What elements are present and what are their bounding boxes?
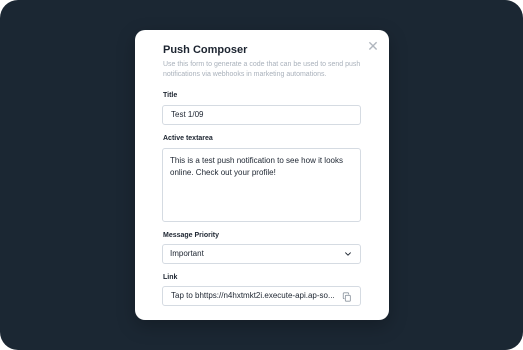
message-priority-select[interactable]: Important bbox=[162, 244, 361, 264]
push-composer-modal: ✕ Push Composer Use this form to generat… bbox=[135, 30, 389, 320]
link-value: Tap to bhttps://n4hxtmkt2i.execute-api.a… bbox=[171, 291, 335, 300]
link-label: Link bbox=[163, 274, 178, 281]
active-textarea-value: This is a test push notification to see … bbox=[170, 156, 343, 177]
close-icon[interactable]: ✕ bbox=[367, 39, 379, 53]
title-label: Title bbox=[163, 92, 178, 99]
chevron-down-icon bbox=[345, 252, 351, 256]
title-input[interactable]: Test 1/09 bbox=[162, 105, 361, 125]
title-input-value: Test 1/09 bbox=[171, 110, 204, 119]
active-textarea[interactable]: This is a test push notification to see … bbox=[162, 148, 361, 222]
copy-icon[interactable] bbox=[342, 292, 352, 302]
modal-subtitle: Use this form to generate a code that ca… bbox=[163, 61, 361, 78]
message-priority-value: Important bbox=[170, 249, 204, 258]
message-priority-label: Message Priority bbox=[163, 232, 220, 239]
modal-title: Push Composer bbox=[163, 44, 248, 56]
active-textarea-label: Active textarea bbox=[163, 135, 213, 142]
link-input[interactable]: Tap to bhttps://n4hxtmkt2i.execute-api.a… bbox=[162, 286, 361, 306]
